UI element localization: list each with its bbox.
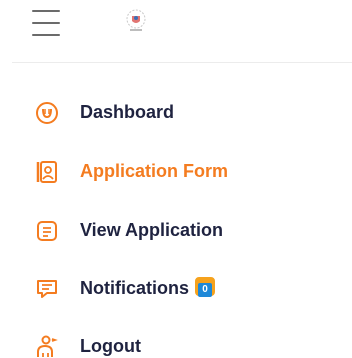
sidebar-item-label: Dashboard	[80, 101, 175, 122]
top-bar	[0, 0, 352, 62]
sidebar-item-view-application[interactable]: View Application	[0, 210, 352, 250]
sidebar-item-label: Notifications 0	[80, 277, 216, 299]
hamburger-line	[32, 10, 60, 12]
sidebar-item-label: Application Form	[80, 160, 228, 181]
sidebar-item-application-form[interactable]: Application Form	[0, 151, 352, 191]
dashboard-icon	[36, 102, 58, 124]
notifications-count: 0	[198, 283, 213, 297]
sidebar-item-label: Logout	[80, 335, 141, 356]
notifications-label: Notifications	[80, 278, 190, 298]
notifications-icon	[37, 280, 57, 298]
sidebar-item-label: View Application	[80, 219, 224, 240]
crest-logo-icon[interactable]	[121, 6, 151, 36]
sidebar-item-notifications[interactable]: Notifications 0	[0, 268, 352, 308]
view-application-icon	[37, 221, 57, 241]
application-form-icon	[36, 161, 57, 183]
hamburger-menu-button[interactable]	[32, 10, 60, 36]
notifications-count-badge: 0	[195, 277, 216, 297]
logout-icon	[37, 335, 58, 357]
sidebar-item-logout[interactable]: Logout	[0, 326, 352, 358]
hamburger-line	[32, 34, 60, 36]
header-divider	[12, 62, 352, 63]
sidebar-item-dashboard[interactable]: Dashboard	[0, 92, 352, 132]
hamburger-line	[32, 22, 60, 24]
